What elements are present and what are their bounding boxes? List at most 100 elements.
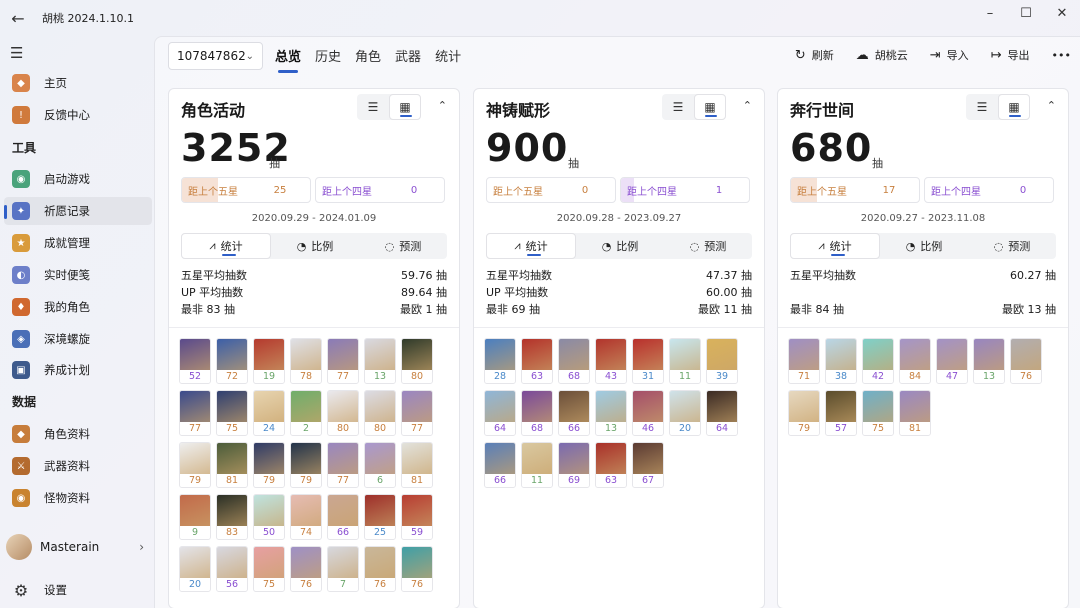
sidebar-item-5[interactable]: ★ 成就管理 [4,229,152,257]
tab-1[interactable]: 总览 [275,46,301,73]
item-tile[interactable]: 39 [706,338,738,384]
item-tile[interactable]: 75 [216,390,248,436]
segment-pie[interactable]: ◔ 比例 [271,233,359,259]
item-tile[interactable]: 77 [179,390,211,436]
list-view-icon[interactable]: ☰ [662,94,694,120]
item-tile[interactable]: 77 [401,390,433,436]
item-tile[interactable]: 20 [179,546,211,592]
sidebar-item-7[interactable]: ♦ 我的角色 [4,293,152,321]
tab-2[interactable]: 历史 [315,46,341,71]
grid-view-icon[interactable]: ▦ [694,94,726,120]
item-tile[interactable]: 47 [936,338,968,384]
more-options-icon[interactable]: ••• [1052,49,1071,62]
item-tile[interactable]: 57 [825,390,857,436]
segment-bulb[interactable]: ◌ 预测 [968,233,1056,259]
tab-5[interactable]: 统计 [435,46,461,71]
item-tile[interactable]: 79 [290,442,322,488]
item-tile[interactable]: 64 [484,390,516,436]
sidebar-item-3[interactable]: ◉ 启动游戏 [4,165,152,193]
item-tile[interactable]: 38 [825,338,857,384]
item-tile[interactable]: 74 [290,494,322,540]
item-tile[interactable]: 20 [669,390,701,436]
item-tile[interactable]: 42 [862,338,894,384]
export-button[interactable]: ↦ 导出 [991,47,1030,63]
item-tile[interactable]: 28 [484,338,516,384]
item-tile[interactable]: 79 [253,442,285,488]
item-tile[interactable]: 77 [327,442,359,488]
item-tile[interactable]: 43 [595,338,627,384]
item-tile[interactable]: 52 [179,338,211,384]
item-tile[interactable]: 76 [364,546,396,592]
item-tile[interactable]: 67 [632,442,664,488]
item-tile[interactable]: 79 [179,442,211,488]
hamburger-menu-icon[interactable]: ☰ [10,44,30,62]
segment-chart[interactable]: ⩘ 统计 [790,233,880,259]
sidebar-item-12[interactable]: ◉ 怪物资料 [4,484,152,512]
item-tile[interactable]: 72 [216,338,248,384]
maximize-button[interactable]: ☐ [1008,0,1044,26]
item-tile[interactable]: 78 [290,338,322,384]
cloud-button[interactable]: ☁ 胡桃云 [856,47,908,63]
item-tile[interactable]: 84 [899,338,931,384]
item-tile[interactable]: 13 [364,338,396,384]
item-tile[interactable]: 2 [290,390,322,436]
item-tile[interactable]: 66 [484,442,516,488]
item-tile[interactable]: 75 [862,390,894,436]
item-tile[interactable]: 76 [401,546,433,592]
item-tile[interactable]: 71 [788,338,820,384]
settings-button[interactable]: ⚙ 设置 [4,576,152,604]
list-view-icon[interactable]: ☰ [357,94,389,120]
minimize-button[interactable]: – [972,0,1008,26]
item-tile[interactable]: 63 [521,338,553,384]
item-tile[interactable]: 19 [253,338,285,384]
item-tile[interactable]: 81 [401,442,433,488]
item-tile[interactable]: 46 [632,390,664,436]
sidebar-item-10[interactable]: ◆ 角色资料 [4,420,152,448]
import-button[interactable]: ⇥ 导入 [930,47,969,63]
item-tile[interactable]: 75 [253,546,285,592]
item-tile[interactable]: 68 [558,338,590,384]
item-tile[interactable]: 63 [595,442,627,488]
sidebar-item-11[interactable]: ⚔ 武器资料 [4,452,152,480]
item-tile[interactable]: 64 [706,390,738,436]
item-tile[interactable]: 80 [364,390,396,436]
segment-chart[interactable]: ⩘ 统计 [486,233,576,259]
item-tile[interactable]: 81 [899,390,931,436]
item-tile[interactable]: 56 [216,546,248,592]
sidebar-item-4[interactable]: ✦ 祈愿记录 [4,197,152,225]
sidebar-item-2[interactable]: ! 反馈中心 [4,101,152,129]
segment-pie[interactable]: ◔ 比例 [880,233,968,259]
item-tile[interactable]: 69 [558,442,590,488]
refresh-button[interactable]: ↻ 刷新 [795,47,834,63]
chevron-up-icon[interactable]: ⌃ [1047,99,1056,112]
sidebar-item-1[interactable]: ◆ 主页 [4,69,152,97]
item-tile[interactable]: 76 [1010,338,1042,384]
item-tile[interactable]: 6 [364,442,396,488]
sidebar-item-6[interactable]: ◐ 实时便笺 [4,261,152,289]
item-tile[interactable]: 68 [521,390,553,436]
item-tile[interactable]: 9 [179,494,211,540]
sidebar-item-9[interactable]: ▣ 养成计划 [4,356,152,384]
item-tile[interactable]: 59 [401,494,433,540]
tab-3[interactable]: 角色 [355,46,381,71]
item-tile[interactable]: 81 [216,442,248,488]
chevron-up-icon[interactable]: ⌃ [438,99,447,112]
close-button[interactable]: ✕ [1044,0,1080,26]
tab-4[interactable]: 武器 [395,46,421,71]
item-tile[interactable]: 66 [327,494,359,540]
list-view-icon[interactable]: ☰ [966,94,998,120]
item-tile[interactable]: 80 [401,338,433,384]
item-tile[interactable]: 11 [521,442,553,488]
item-tile[interactable]: 76 [290,546,322,592]
uid-selector[interactable]: 107847862 ⌄ [168,42,263,70]
user-profile[interactable]: Masterain › [4,532,152,562]
item-tile[interactable]: 13 [973,338,1005,384]
item-tile[interactable]: 77 [327,338,359,384]
item-tile[interactable]: 7 [327,546,359,592]
segment-pie[interactable]: ◔ 比例 [576,233,664,259]
item-tile[interactable]: 25 [364,494,396,540]
segment-chart[interactable]: ⩘ 统计 [181,233,271,259]
grid-view-icon[interactable]: ▦ [389,94,421,120]
item-tile[interactable]: 66 [558,390,590,436]
item-tile[interactable]: 83 [216,494,248,540]
